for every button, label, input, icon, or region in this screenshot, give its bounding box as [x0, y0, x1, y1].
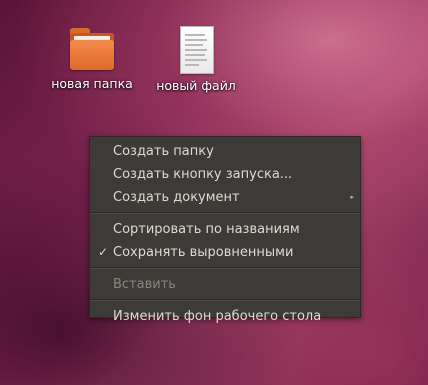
menu-item-change-background[interactable]: Изменить фон рабочего стола [90, 305, 360, 328]
menu-item-label: Сортировать по названиям [113, 222, 300, 237]
menu-item-label: Сохранять выровненными [113, 245, 294, 260]
menu-item-label: Создать папку [113, 144, 214, 159]
desktop-icon-label: новая папка [51, 76, 133, 91]
desktop-icon-new-file[interactable]: новый файл [148, 26, 244, 93]
menu-separator [90, 212, 360, 214]
desktop-icon-new-folder[interactable]: новая папка [44, 26, 140, 91]
folder-icon [68, 26, 116, 72]
submenu-arrow-icon: ▸ [350, 193, 354, 201]
menu-item-keep-aligned[interactable]: ✓ Сохранять выровненными [90, 241, 360, 264]
menu-item-paste: Вставить [90, 273, 360, 296]
desktop-context-menu: Создать папку Создать кнопку запуска... … [89, 136, 361, 324]
desktop[interactable]: новая папка новый файл Создать папку Соз… [0, 0, 428, 385]
menu-item-label: Вставить [113, 277, 176, 292]
menu-item-create-launcher[interactable]: Создать кнопку запуска... [90, 163, 360, 186]
menu-item-label: Создать кнопку запуска... [113, 167, 293, 182]
text-file-icon [176, 26, 216, 74]
menu-item-create-document[interactable]: Создать документ ▸ [90, 186, 360, 209]
menu-item-sort-by-name[interactable]: Сортировать по названиям [90, 218, 360, 241]
menu-item-label: Создать документ [113, 190, 240, 205]
menu-separator [90, 267, 360, 269]
menu-item-label: Изменить фон рабочего стола [113, 309, 322, 324]
desktop-icon-label: новый файл [156, 78, 236, 93]
menu-separator [90, 299, 360, 301]
menu-item-create-folder[interactable]: Создать папку [90, 140, 360, 163]
checkmark-icon: ✓ [98, 245, 109, 259]
